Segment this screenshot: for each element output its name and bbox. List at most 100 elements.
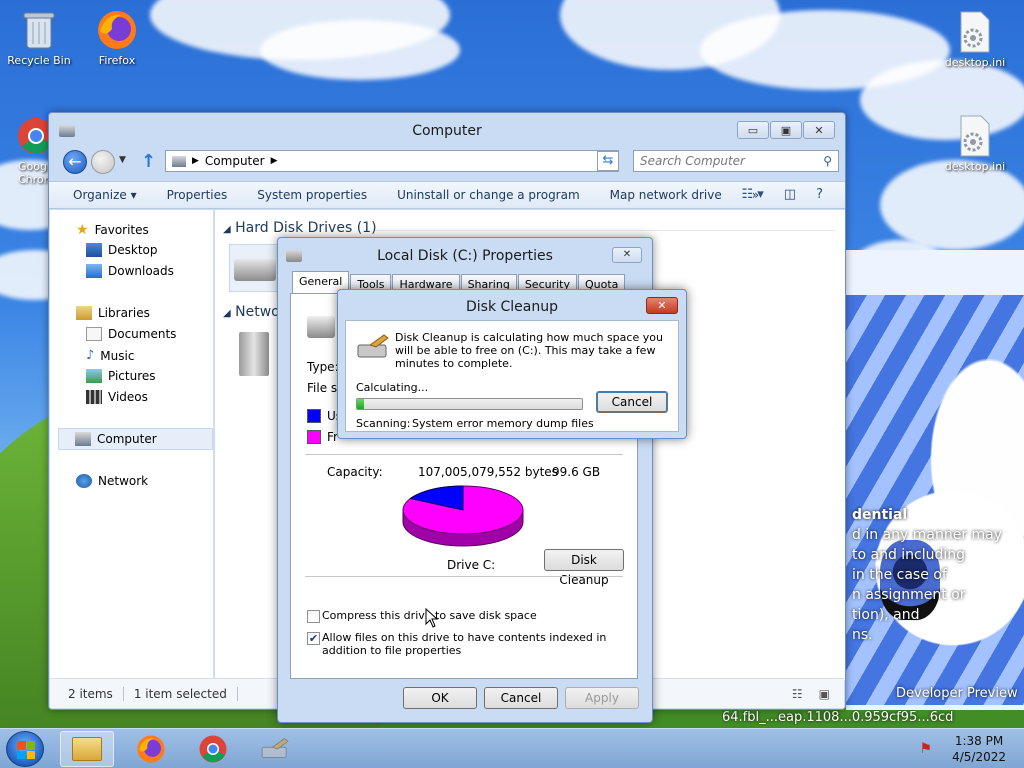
close-button[interactable]: ✕ xyxy=(803,121,835,139)
group-header-hard-disks[interactable]: ◢ Hard Disk Drives (1) xyxy=(223,220,377,236)
progress-fill xyxy=(357,399,364,409)
desktop-icon-desktop-ini[interactable]: desktop.ini xyxy=(938,10,1012,69)
nav-computer[interactable]: Computer xyxy=(58,428,213,450)
nav-libraries[interactable]: Libraries xyxy=(76,306,150,320)
desktop-icon-recycle-bin[interactable]: Recycle Bin xyxy=(2,8,76,67)
build-watermark-line: Developer Preview xyxy=(896,686,1018,701)
libraries-icon xyxy=(76,306,92,320)
clock[interactable]: 1:38 PM 4/5/2022 xyxy=(952,733,1006,765)
change-view-icon[interactable]: ☷ ▾ xyxy=(741,187,763,202)
desktop-icon xyxy=(86,243,102,257)
close-button[interactable]: ✕ xyxy=(612,247,642,263)
desktop-icon-firefox[interactable]: Firefox xyxy=(80,8,154,67)
apply-button[interactable]: Apply xyxy=(565,687,639,709)
network-icon xyxy=(76,474,92,488)
desktop-icon-chrome[interactable]: Goog Chron xyxy=(0,114,48,186)
refresh-button[interactable]: ⇆ xyxy=(597,151,619,171)
breadcrumb-chevron-icon[interactable]: ▶ xyxy=(271,156,278,166)
group-label: Netwo xyxy=(235,304,280,320)
nav-music[interactable]: ♪ Music xyxy=(86,348,134,363)
cleanup-message: Disk Cleanup is calculating how much spa… xyxy=(395,331,663,370)
cancel-button[interactable]: Cancel xyxy=(596,391,668,413)
address-row: ← ▼ ↑ ▶ Computer ▶ ▼ ⇆ Search Computer ⚲ xyxy=(61,149,839,177)
up-arrow-icon[interactable]: ↑ xyxy=(141,151,156,172)
organize-menu[interactable]: Organize ▾ xyxy=(73,188,137,202)
explorer-titlebar[interactable]: Computer ▭ ▣ ✕ xyxy=(49,113,845,149)
nav-favorites[interactable]: ★ Favorites xyxy=(76,222,149,238)
system-properties-button[interactable]: System properties xyxy=(257,188,367,202)
firefox-icon xyxy=(137,735,165,763)
overlay-line: in the case of xyxy=(852,567,947,583)
calculating-label: Calculating... xyxy=(356,381,429,394)
desktop-icon-desktop-ini[interactable]: desktop.ini xyxy=(938,114,1012,173)
recycle-bin-icon xyxy=(17,8,61,52)
large-icons-view-icon[interactable]: ▣ xyxy=(819,687,830,701)
cancel-button[interactable]: Cancel xyxy=(484,687,558,709)
dialog-title: Local Disk (C:) Properties xyxy=(377,248,553,264)
group-label: Hard Disk Drives (1) xyxy=(235,220,377,236)
maximize-button[interactable]: ▣ xyxy=(770,121,802,139)
music-icon: ♪ xyxy=(86,348,95,363)
close-button[interactable]: ✕ xyxy=(646,297,678,314)
collapse-arrow-icon[interactable]: ◢ xyxy=(223,224,231,235)
firefox-icon xyxy=(95,8,139,52)
action-center-flag-icon[interactable]: ⚑ xyxy=(919,741,932,757)
group-header-network[interactable]: ◢ Netwo xyxy=(223,304,280,320)
nav-documents[interactable]: Documents xyxy=(86,327,176,341)
compress-checkbox[interactable] xyxy=(307,610,320,623)
type-label: Type: xyxy=(307,360,339,374)
disk-cleanup-icon xyxy=(357,334,389,358)
search-placeholder: Search Computer xyxy=(640,154,745,168)
index-checkbox[interactable]: ✔ xyxy=(307,632,320,645)
nav-network[interactable]: Network xyxy=(76,474,148,488)
forward-button[interactable] xyxy=(91,150,115,174)
videos-icon xyxy=(86,390,102,404)
taskbar-explorer[interactable] xyxy=(60,731,114,767)
disk-cleanup-button[interactable]: Disk Cleanup xyxy=(544,549,624,587)
disk-usage-pie-chart xyxy=(402,485,524,547)
help-icon[interactable]: ? xyxy=(816,187,823,202)
capacity-label: Capacity: xyxy=(327,465,383,479)
scanning-item: System error memory dump files xyxy=(412,417,594,430)
breadcrumb-computer[interactable]: Computer xyxy=(205,154,265,168)
nav-label: Pictures xyxy=(108,369,156,383)
drive-label: Drive C: xyxy=(447,558,496,572)
uninstall-program-button[interactable]: Uninstall or change a program xyxy=(397,188,580,202)
back-button[interactable]: ← xyxy=(63,150,87,174)
downloads-icon xyxy=(86,264,102,278)
details-view-icon[interactable]: ☷ xyxy=(792,687,803,701)
scanning-label: Scanning: xyxy=(356,417,411,430)
item-count: 2 items xyxy=(68,686,113,701)
nav-pictures[interactable]: Pictures xyxy=(86,369,156,383)
recent-pages-dropdown[interactable]: ▼ xyxy=(119,155,126,165)
collapse-arrow-icon[interactable]: ◢ xyxy=(223,308,231,319)
clock-date: 4/5/2022 xyxy=(952,750,1006,764)
start-button[interactable] xyxy=(6,731,44,767)
search-input[interactable]: Search Computer ⚲ xyxy=(633,150,839,172)
nav-desktop[interactable]: Desktop xyxy=(86,243,158,257)
address-bar[interactable]: ▶ Computer ▶ ▼ xyxy=(165,150,619,172)
properties-button[interactable]: Properties xyxy=(167,188,228,202)
overlay-line: n assignment or xyxy=(852,587,966,603)
search-icon[interactable]: ⚲ xyxy=(823,154,838,168)
network-device-icon[interactable] xyxy=(239,332,269,376)
preview-pane-icon[interactable]: ◫ xyxy=(784,187,796,202)
desktop-icon-label: Goog Chron xyxy=(18,160,48,186)
folder-icon xyxy=(72,737,102,761)
taskbar-chrome[interactable] xyxy=(186,731,240,767)
nav-label: Music xyxy=(100,348,135,363)
minimize-button[interactable]: ▭ xyxy=(737,121,769,139)
taskbar-firefox[interactable] xyxy=(124,731,178,767)
drive-icon xyxy=(307,316,335,338)
nav-label: Favorites xyxy=(94,223,149,237)
ok-button[interactable]: OK xyxy=(403,687,477,709)
map-network-drive-button[interactable]: Map network drive xyxy=(610,188,722,202)
nav-videos[interactable]: Videos xyxy=(86,390,148,404)
settings-file-icon xyxy=(953,10,997,54)
drive-tile-c[interactable] xyxy=(229,244,279,292)
selection-count: 1 item selected xyxy=(133,686,227,701)
nav-downloads[interactable]: Downloads xyxy=(86,264,174,278)
wallpaper-overlay-text: dential d in any manner may to and inclu… xyxy=(852,505,1024,645)
computer-icon xyxy=(75,432,91,446)
taskbar-disk-cleanup[interactable] xyxy=(248,731,302,767)
